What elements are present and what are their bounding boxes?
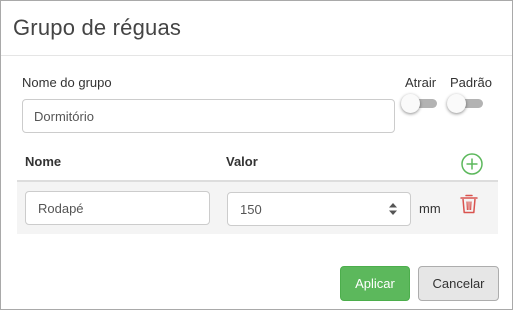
column-header-name: Nome — [25, 154, 62, 169]
group-name-input[interactable] — [22, 99, 395, 133]
group-name-label: Nome do grupo — [22, 75, 112, 90]
delete-row-button[interactable] — [459, 193, 479, 215]
default-toggle-label: Padrão — [450, 75, 492, 90]
ruler-group-dialog: Grupo de réguas Nome do grupo Atrair Pad… — [0, 0, 513, 310]
default-toggle[interactable] — [447, 93, 485, 113]
number-spinner-icon[interactable] — [388, 202, 398, 216]
add-row-button[interactable] — [460, 152, 484, 176]
ruler-value-input[interactable]: 150 — [227, 192, 411, 226]
dialog-title: Grupo de réguas — [13, 15, 182, 40]
apply-button[interactable]: Aplicar — [340, 266, 410, 301]
dialog-header: Grupo de réguas — [1, 1, 512, 56]
trash-icon — [460, 194, 478, 214]
table-row: 150 mm — [17, 182, 498, 234]
attract-toggle-knob — [401, 94, 420, 113]
attract-toggle[interactable] — [401, 93, 439, 113]
plus-circle-icon — [461, 153, 483, 175]
ruler-name-input[interactable] — [25, 191, 210, 225]
attract-toggle-label: Atrair — [405, 75, 437, 90]
default-toggle-knob — [447, 94, 466, 113]
unit-label: mm — [419, 201, 441, 216]
rulers-table-header: Nome Valor — [17, 146, 498, 182]
column-header-value: Valor — [226, 154, 258, 169]
ruler-value-text: 150 — [240, 202, 262, 217]
cancel-button[interactable]: Cancelar — [418, 266, 499, 301]
